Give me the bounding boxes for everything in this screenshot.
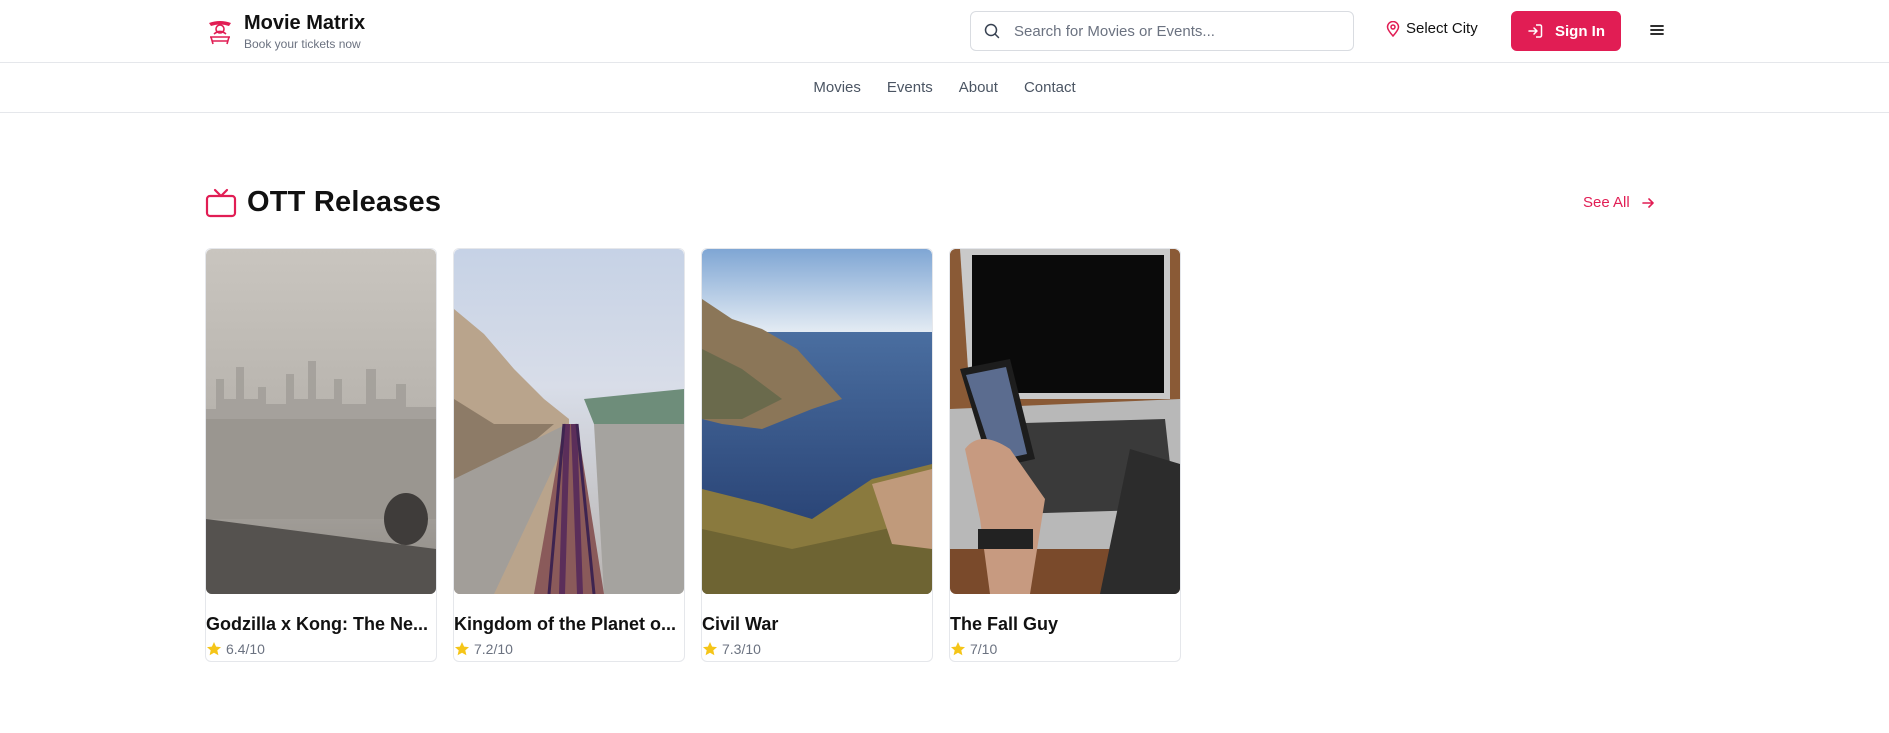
arrow-right-icon — [1641, 197, 1654, 208]
tv-icon — [205, 188, 237, 217]
star-icon — [951, 642, 965, 656]
movie-rating-value: 7/10 — [970, 641, 998, 657]
movie-poster-foggy-city-skyline — [206, 249, 436, 594]
movie-poster-sea-cliff — [702, 249, 932, 594]
search-icon — [984, 23, 1000, 39]
movie-title: Godzilla x Kong: The Ne... — [206, 614, 429, 634]
see-all-label: See All — [1583, 194, 1630, 211]
main-nav: Movies Events About Contact — [0, 63, 1889, 113]
movie-rating-value: 7.2/10 — [474, 641, 513, 657]
movie-poster-railway-by-coast — [454, 249, 684, 594]
star-icon — [455, 642, 469, 656]
brand[interactable]: Movie Matrix Book your tickets now — [205, 12, 365, 52]
movie-card[interactable]: Kingdom of the Planet o... 7.2/10 — [453, 248, 685, 662]
movie-title: The Fall Guy — [950, 614, 1059, 634]
brand-tagline: Book your tickets now — [244, 37, 361, 51]
brand-name: Movie Matrix — [244, 12, 366, 34]
section-title: OTT Releases — [247, 186, 442, 218]
star-icon — [207, 642, 221, 656]
movie-title: Civil War — [702, 614, 779, 634]
nav-item-events[interactable]: Events — [887, 79, 933, 96]
movie-card[interactable]: Godzilla x Kong: The Ne... 6.4/10 — [205, 248, 437, 662]
section-header: OTT Releases — [205, 186, 441, 219]
nav-item-contact[interactable]: Contact — [1024, 79, 1076, 96]
movie-rating: 7/10 — [950, 641, 1180, 657]
log-in-icon — [1528, 24, 1543, 38]
movie-rating: 7.3/10 — [702, 641, 932, 657]
movie-card[interactable]: Civil War 7.3/10 — [701, 248, 933, 662]
see-all-link[interactable]: See All — [1583, 194, 1655, 211]
sign-in-button[interactable]: Sign In — [1511, 11, 1621, 51]
movie-title: Kingdom of the Planet o... — [454, 614, 676, 634]
movie-rating: 6.4/10 — [206, 641, 436, 657]
sign-in-label: Sign In — [1555, 22, 1605, 40]
search-input[interactable] — [1014, 22, 1334, 40]
nav-item-about[interactable]: About — [959, 79, 998, 96]
select-city-label: Select City — [1406, 20, 1478, 37]
map-pin-icon — [1386, 20, 1400, 37]
theater-masks-icon — [209, 21, 231, 45]
top-header: Movie Matrix Book your tickets now Selec… — [0, 0, 1889, 63]
movie-card[interactable]: The Fall Guy 7/10 — [949, 248, 1181, 662]
movie-rating: 7.2/10 — [454, 641, 684, 657]
star-icon — [703, 642, 717, 656]
movie-poster-phone-and-laptop — [950, 249, 1180, 594]
movie-card-list: Godzilla x Kong: The Ne... 6.4/10 Kingdo… — [205, 248, 1197, 662]
search-box[interactable] — [970, 11, 1354, 51]
select-city-button[interactable]: Select City — [1386, 20, 1478, 37]
hamburger-menu-icon[interactable] — [1647, 20, 1667, 40]
movie-rating-value: 6.4/10 — [226, 641, 265, 657]
nav-item-movies[interactable]: Movies — [813, 79, 861, 96]
movie-rating-value: 7.3/10 — [722, 641, 761, 657]
